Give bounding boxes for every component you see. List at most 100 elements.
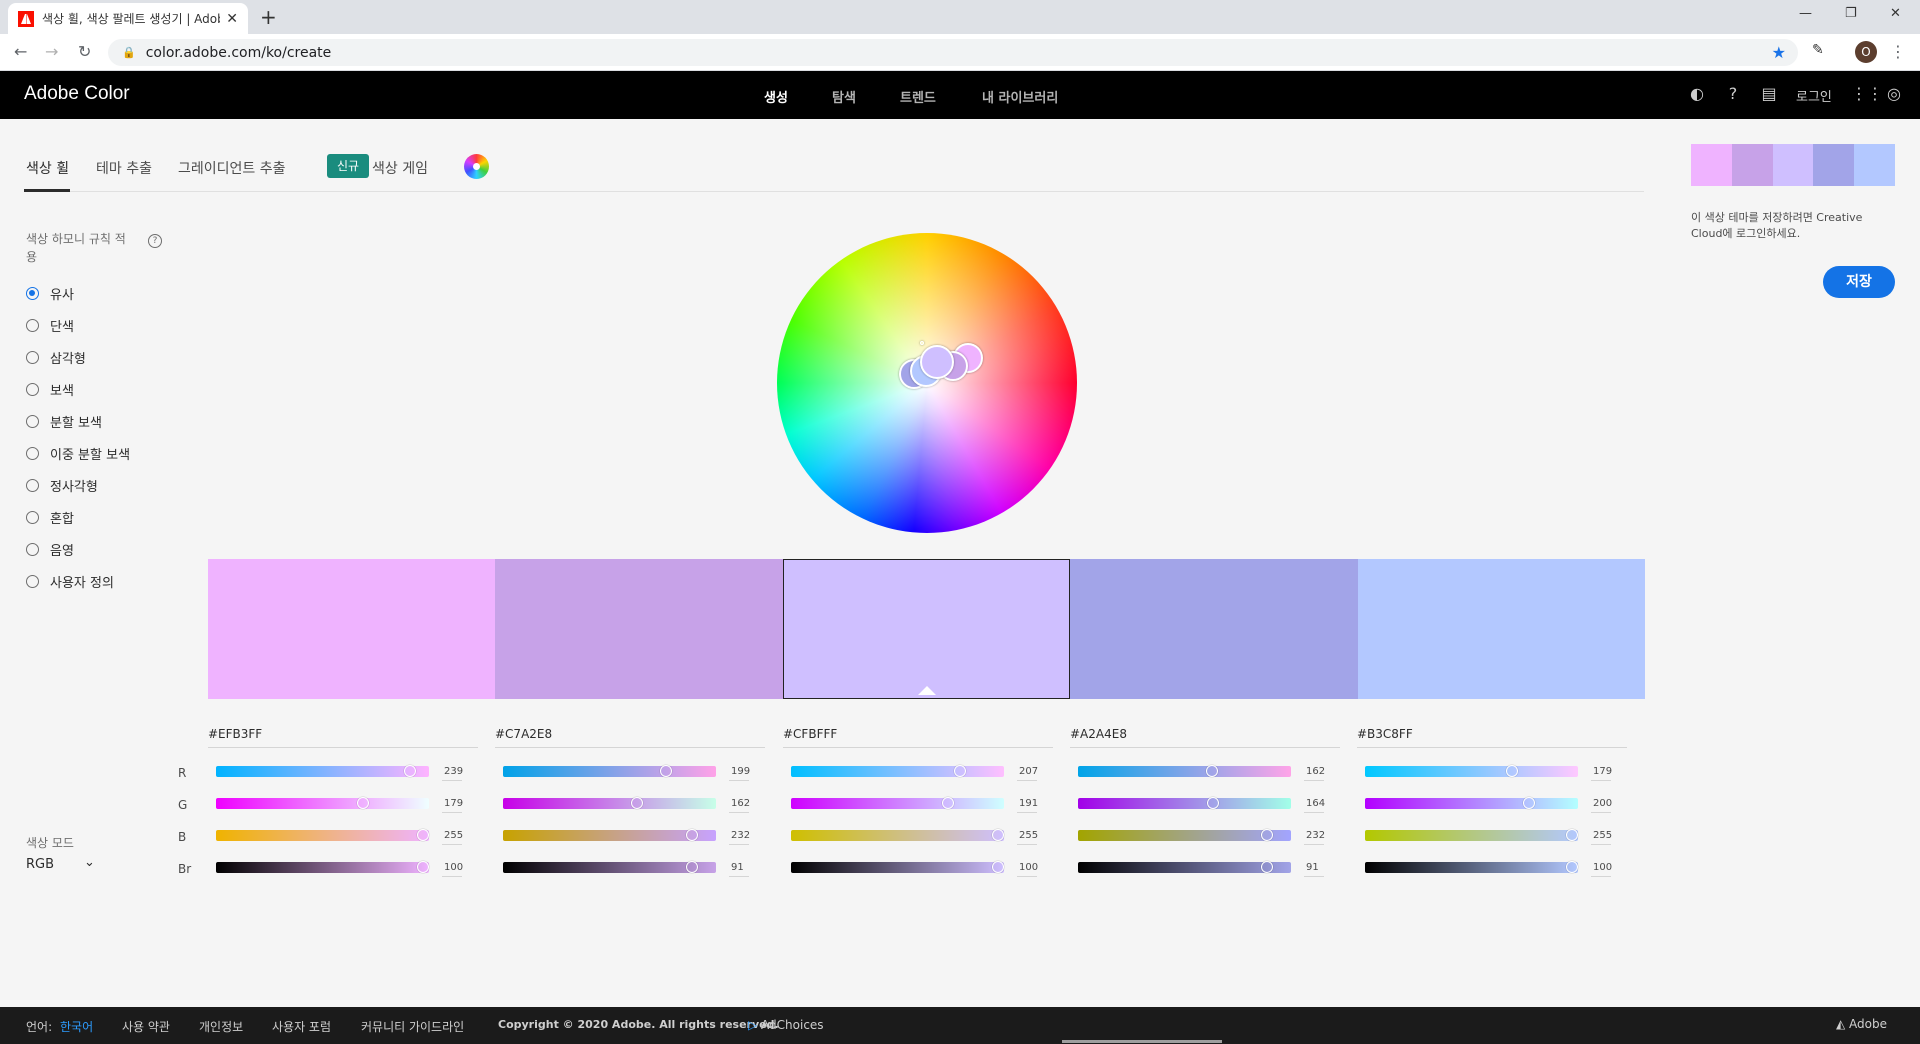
save-button[interactable]: 저장 xyxy=(1823,266,1895,298)
radio-icon[interactable] xyxy=(26,446,39,460)
bookmark-star-icon[interactable]: ★ xyxy=(1772,43,1786,62)
back-icon[interactable]: ← xyxy=(14,42,27,61)
slider-thumb[interactable] xyxy=(630,797,643,809)
rule-custom[interactable]: 사용자 정의 xyxy=(26,571,114,591)
extension-icon[interactable]: ✎ xyxy=(1812,42,1824,58)
slider-b-3[interactable] xyxy=(791,829,1004,841)
slider-thumb[interactable] xyxy=(992,861,1004,873)
rule-triad[interactable]: 삼각형 xyxy=(26,347,86,367)
close-window-icon[interactable]: ✕ xyxy=(1890,6,1901,21)
slider-g-3[interactable] xyxy=(791,797,1004,809)
color-wheel[interactable] xyxy=(777,233,1077,533)
slider-br-1[interactable] xyxy=(216,861,429,873)
slider-r-3[interactable] xyxy=(791,765,1004,777)
slider-thumb[interactable] xyxy=(1566,829,1578,841)
brand-logo[interactable]: Adobe Color xyxy=(24,83,130,105)
minimize-icon[interactable]: — xyxy=(1799,6,1812,21)
color-swatch-3[interactable] xyxy=(782,559,1071,699)
color-swatch-4[interactable] xyxy=(1070,559,1358,699)
slider-thumb[interactable] xyxy=(954,765,967,777)
channel-value-r-2[interactable]: 199 xyxy=(731,766,750,777)
feedback-icon[interactable]: ▤ xyxy=(1759,84,1779,104)
footer-privacy-link[interactable]: 개인정보 xyxy=(199,1018,243,1035)
hex-value-1[interactable]: #EFB3FF xyxy=(208,727,478,748)
channel-value-g-2[interactable]: 162 xyxy=(731,798,750,809)
footer-terms-link[interactable]: 사용 약관 xyxy=(122,1018,170,1035)
slider-br-2[interactable] xyxy=(503,861,716,873)
slider-g-1[interactable] xyxy=(216,797,429,809)
tab-extract-gradient[interactable]: 그레이디언트 추출 xyxy=(178,158,286,178)
slider-r-4[interactable] xyxy=(1078,765,1291,777)
slider-thumb[interactable] xyxy=(941,797,954,809)
slider-thumb[interactable] xyxy=(417,861,429,873)
slider-thumb[interactable] xyxy=(417,829,429,841)
tab-color-wheel[interactable]: 색상 휠 xyxy=(26,158,69,178)
slider-thumb[interactable] xyxy=(992,829,1004,841)
nav-my-library[interactable]: 내 라이브러리 xyxy=(982,87,1058,106)
wheel-handle-3[interactable] xyxy=(920,345,954,379)
nav-trends[interactable]: 트렌드 xyxy=(900,87,936,106)
radio-icon[interactable] xyxy=(26,478,39,492)
slider-thumb[interactable] xyxy=(1207,797,1220,809)
footer-forum-link[interactable]: 사용자 포럼 xyxy=(272,1018,331,1035)
color-game-icon[interactable] xyxy=(464,154,489,179)
channel-value-r-5[interactable]: 179 xyxy=(1593,766,1612,777)
channel-value-g-4[interactable]: 164 xyxy=(1306,798,1325,809)
radio-icon[interactable] xyxy=(26,350,39,364)
forward-icon[interactable]: → xyxy=(45,42,58,61)
horizontal-scrollbar[interactable] xyxy=(1062,1040,1222,1043)
accessibility-icon[interactable]: ◐ xyxy=(1687,84,1707,104)
apps-grid-icon[interactable]: ⋮⋮ xyxy=(1851,84,1883,104)
rule-shades[interactable]: 음영 xyxy=(26,539,74,559)
hex-value-5[interactable]: #B3C8FF xyxy=(1357,727,1627,748)
color-swatch-2[interactable] xyxy=(495,559,783,699)
tab-extract-theme[interactable]: 테마 추출 xyxy=(96,158,152,178)
slider-b-4[interactable] xyxy=(1078,829,1291,841)
slider-thumb[interactable] xyxy=(1506,765,1519,777)
channel-value-br-1[interactable]: 100 xyxy=(444,862,463,873)
rule-compound[interactable]: 혼합 xyxy=(26,507,74,527)
radio-icon[interactable] xyxy=(26,510,39,524)
channel-value-br-2[interactable]: 91 xyxy=(731,862,744,873)
help-circle-icon[interactable]: ? xyxy=(148,234,162,248)
color-mode-select[interactable]: RGB ⌄ xyxy=(26,855,98,872)
radio-icon[interactable] xyxy=(26,382,39,396)
radio-icon[interactable] xyxy=(26,414,39,428)
slider-b-1[interactable] xyxy=(216,829,429,841)
radio-icon[interactable] xyxy=(26,574,39,588)
slider-thumb[interactable] xyxy=(685,829,698,841)
footer-guidelines-link[interactable]: 커뮤니티 가이드라인 xyxy=(361,1018,464,1035)
slider-thumb[interactable] xyxy=(404,765,417,777)
tab-color-game[interactable]: 색상 게임 xyxy=(372,158,428,178)
rule-analogous[interactable]: 유사 xyxy=(26,283,74,303)
slider-b-5[interactable] xyxy=(1365,829,1578,841)
slider-thumb[interactable] xyxy=(1566,861,1578,873)
new-tab-icon[interactable]: + xyxy=(260,5,277,29)
help-icon[interactable]: ? xyxy=(1723,84,1743,104)
hex-value-4[interactable]: #A2A4E8 xyxy=(1070,727,1340,748)
address-bar[interactable]: 🔒 color.adobe.com/ko/create ★ xyxy=(108,39,1798,66)
reload-icon[interactable]: ↻ xyxy=(78,42,91,61)
channel-value-g-3[interactable]: 191 xyxy=(1019,798,1038,809)
rule-square[interactable]: 정사각형 xyxy=(26,475,98,495)
channel-value-br-4[interactable]: 91 xyxy=(1306,862,1319,873)
channel-value-r-3[interactable]: 207 xyxy=(1019,766,1038,777)
slider-thumb[interactable] xyxy=(685,861,698,873)
creative-cloud-icon[interactable]: ◎ xyxy=(1884,84,1904,104)
channel-value-b-1[interactable]: 255 xyxy=(444,830,463,841)
slider-br-4[interactable] xyxy=(1078,861,1291,873)
slider-thumb[interactable] xyxy=(1260,829,1273,841)
channel-value-br-5[interactable]: 100 xyxy=(1593,862,1612,873)
channel-value-r-4[interactable]: 162 xyxy=(1306,766,1325,777)
browser-menu-icon[interactable]: ⋮ xyxy=(1890,42,1906,61)
slider-br-5[interactable] xyxy=(1365,861,1578,873)
profile-avatar[interactable]: O xyxy=(1855,41,1877,63)
slider-g-2[interactable] xyxy=(503,797,716,809)
restore-icon[interactable]: ❐ xyxy=(1845,6,1857,21)
slider-r-2[interactable] xyxy=(503,765,716,777)
language-selector[interactable]: 한국어 xyxy=(60,1018,93,1035)
slider-thumb[interactable] xyxy=(1205,765,1218,777)
slider-r-5[interactable] xyxy=(1365,765,1578,777)
channel-value-b-2[interactable]: 232 xyxy=(731,830,750,841)
hex-value-2[interactable]: #C7A2E8 xyxy=(495,727,765,748)
